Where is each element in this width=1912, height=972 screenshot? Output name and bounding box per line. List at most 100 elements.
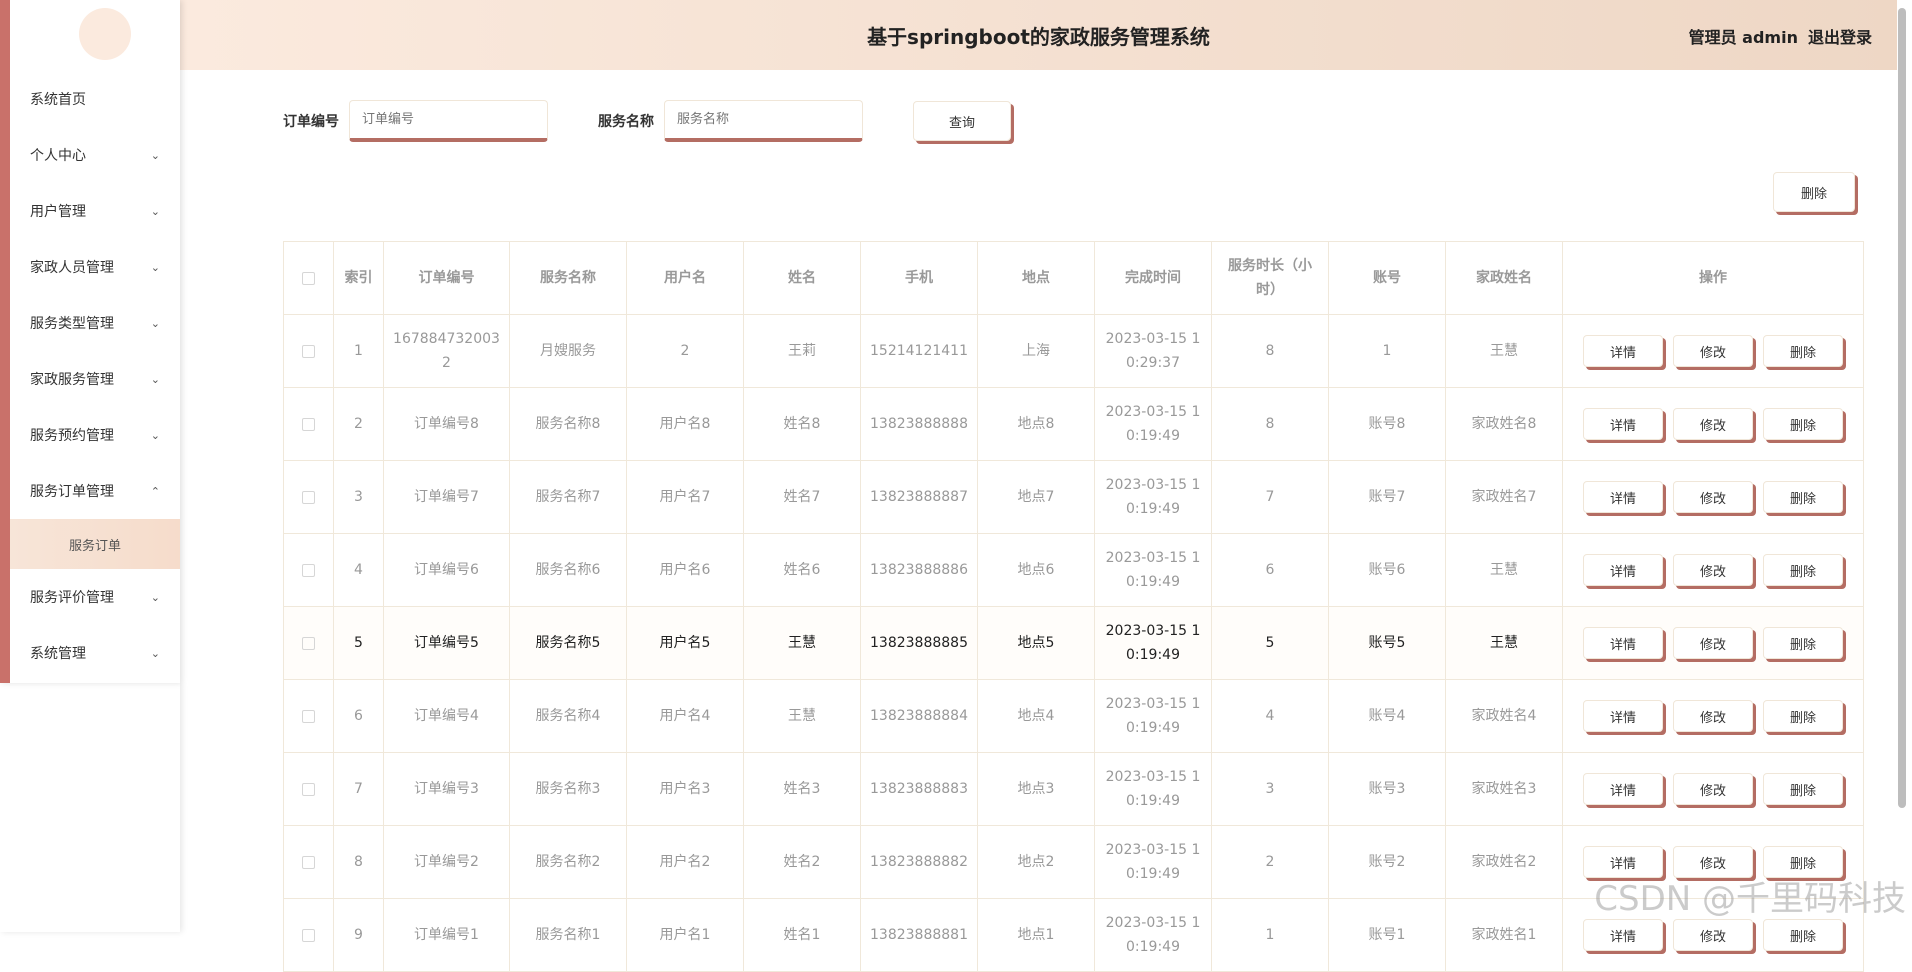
sidebar-item-9[interactable]: 系统管理⌄ xyxy=(10,625,180,681)
row-select-cell[interactable] xyxy=(284,388,334,461)
select-all-checkbox[interactable] xyxy=(302,272,315,285)
table-row[interactable]: 11678847320032月嫂服务2王莉15214121411上海2023-0… xyxy=(284,315,1864,388)
table-cell: 订单编号4 xyxy=(384,680,510,753)
row-checkbox[interactable] xyxy=(302,564,315,577)
table-cell: 订单编号8 xyxy=(384,388,510,461)
sidebar-item-8[interactable]: 服务评价管理⌄ xyxy=(10,569,180,625)
query-button[interactable]: 查询 xyxy=(913,101,1011,141)
row-checkbox[interactable] xyxy=(302,345,315,358)
row-checkbox[interactable] xyxy=(302,929,315,942)
sidebar-item-1[interactable]: 个人中心⌄ xyxy=(10,127,180,183)
sidebar-item-label: 服务预约管理 xyxy=(30,425,114,445)
row-select-cell[interactable] xyxy=(284,315,334,388)
row-select-cell[interactable] xyxy=(284,899,334,972)
table-cell: 家政姓名7 xyxy=(1446,461,1563,534)
table-row[interactable]: 6订单编号4服务名称4用户名4王慧13823888884地点42023-03-1… xyxy=(284,680,1864,753)
delete-button[interactable]: 删除 xyxy=(1763,408,1843,440)
row-checkbox[interactable] xyxy=(302,710,315,723)
row-checkbox[interactable] xyxy=(302,856,315,869)
sidebar-item-7[interactable]: 服务订单管理⌃ xyxy=(10,463,180,519)
delete-button[interactable]: 删除 xyxy=(1763,700,1843,732)
edit-button[interactable]: 修改 xyxy=(1673,408,1753,440)
row-actions: 详情修改删除 xyxy=(1563,315,1864,388)
edit-button[interactable]: 修改 xyxy=(1673,627,1753,659)
detail-button[interactable]: 详情 xyxy=(1583,919,1663,951)
row-select-cell[interactable] xyxy=(284,680,334,753)
table-cell: 服务名称8 xyxy=(510,388,627,461)
edit-button[interactable]: 修改 xyxy=(1673,481,1753,513)
order-table-wrapper: 索引订单编号服务名称用户名姓名手机地点完成时间服务时长（小时）账号家政姓名操作 … xyxy=(283,241,1863,972)
service-name-input[interactable] xyxy=(664,100,863,142)
sidebar-item-4[interactable]: 服务类型管理 ⌄ xyxy=(10,295,180,351)
table-cell: 家政姓名1 xyxy=(1446,899,1563,972)
table-cell: 3 xyxy=(1212,753,1329,826)
detail-button[interactable]: 详情 xyxy=(1583,554,1663,586)
detail-button[interactable]: 详情 xyxy=(1583,700,1663,732)
row-checkbox[interactable] xyxy=(302,491,315,504)
edit-button[interactable]: 修改 xyxy=(1673,554,1753,586)
row-select-cell[interactable] xyxy=(284,753,334,826)
order-number-input[interactable] xyxy=(349,100,548,142)
delete-button[interactable]: 删除 xyxy=(1763,481,1843,513)
table-cell: 15214121411 xyxy=(861,315,978,388)
sidebar-item-2[interactable]: 用户管理⌄ xyxy=(10,183,180,239)
table-cell: 服务名称1 xyxy=(510,899,627,972)
table-cell: 7 xyxy=(334,753,384,826)
chevron-icon: ⌄ xyxy=(151,317,160,330)
detail-button[interactable]: 详情 xyxy=(1583,408,1663,440)
row-select-cell[interactable] xyxy=(284,534,334,607)
table-cell: 服务名称6 xyxy=(510,534,627,607)
edit-button[interactable]: 修改 xyxy=(1673,919,1753,951)
edit-button[interactable]: 修改 xyxy=(1673,335,1753,367)
row-select-cell[interactable] xyxy=(284,607,334,680)
table-cell: 用户名2 xyxy=(627,826,744,899)
detail-button[interactable]: 详情 xyxy=(1583,773,1663,805)
delete-button[interactable]: 删除 xyxy=(1763,335,1843,367)
delete-button[interactable]: 删除 xyxy=(1763,627,1843,659)
batch-delete-button[interactable]: 删除 xyxy=(1773,172,1855,212)
page-scrollbar[interactable] xyxy=(1898,8,1906,808)
sidebar-item-label: 系统首页 xyxy=(30,89,86,109)
row-select-cell[interactable] xyxy=(284,461,334,534)
detail-button[interactable]: 详情 xyxy=(1583,627,1663,659)
sidebar-item-0[interactable]: 系统首页 xyxy=(10,71,180,127)
chevron-icon: ⌄ xyxy=(151,373,160,386)
table-row[interactable]: 5订单编号5服务名称5用户名5王慧13823888885地点52023-03-1… xyxy=(284,607,1864,680)
delete-button[interactable]: 删除 xyxy=(1763,919,1843,951)
column-header: 完成时间 xyxy=(1095,242,1212,315)
row-checkbox[interactable] xyxy=(302,637,315,650)
detail-button[interactable]: 详情 xyxy=(1583,481,1663,513)
table-cell: 5 xyxy=(334,607,384,680)
table-cell: 6 xyxy=(334,680,384,753)
logout-link[interactable]: 退出登录 xyxy=(1808,24,1872,48)
sidebar-item-3[interactable]: 家政人员管理⌄ xyxy=(10,239,180,295)
sidebar-item-5[interactable]: 家政服务管理⌄ xyxy=(10,351,180,407)
table-cell: 2023-03-15 10:19:49 xyxy=(1095,826,1212,899)
table-row[interactable]: 3订单编号7服务名称7用户名7姓名713823888887地点72023-03-… xyxy=(284,461,1864,534)
delete-button[interactable]: 删除 xyxy=(1763,554,1843,586)
table-cell: 账号1 xyxy=(1329,899,1446,972)
edit-button[interactable]: 修改 xyxy=(1673,700,1753,732)
delete-button[interactable]: 删除 xyxy=(1763,773,1843,805)
sidebar: 系统首页个人中心⌄用户管理⌄家政人员管理⌄服务类型管理⌄家政服务管理⌄服务预约管… xyxy=(0,0,180,683)
table-cell: 2023-03-15 10:19:49 xyxy=(1095,534,1212,607)
table-cell: 2023-03-15 10:19:49 xyxy=(1095,753,1212,826)
row-checkbox[interactable] xyxy=(302,418,315,431)
sidebar-subitem-service-order[interactable]: 服务订单 xyxy=(10,519,180,569)
table-cell: 8 xyxy=(334,826,384,899)
edit-button[interactable]: 修改 xyxy=(1673,773,1753,805)
sidebar-item-6[interactable]: 服务预约管理⌄ xyxy=(10,407,180,463)
row-checkbox[interactable] xyxy=(302,783,315,796)
table-cell: 姓名8 xyxy=(744,388,861,461)
row-select-cell[interactable] xyxy=(284,826,334,899)
table-cell: 9 xyxy=(334,899,384,972)
table-cell: 姓名6 xyxy=(744,534,861,607)
sidebar-item-label: 服务类型管理 xyxy=(30,313,114,333)
table-cell: 2023-03-15 10:19:49 xyxy=(1095,899,1212,972)
table-row[interactable]: 2订单编号8服务名称8用户名8姓名813823888888地点82023-03-… xyxy=(284,388,1864,461)
table-cell: 订单编号2 xyxy=(384,826,510,899)
table-row[interactable]: 4订单编号6服务名称6用户名6姓名613823888886地点62023-03-… xyxy=(284,534,1864,607)
detail-button[interactable]: 详情 xyxy=(1583,335,1663,367)
select-all-cell[interactable] xyxy=(284,242,334,315)
table-row[interactable]: 7订单编号3服务名称3用户名3姓名313823888883地点32023-03-… xyxy=(284,753,1864,826)
